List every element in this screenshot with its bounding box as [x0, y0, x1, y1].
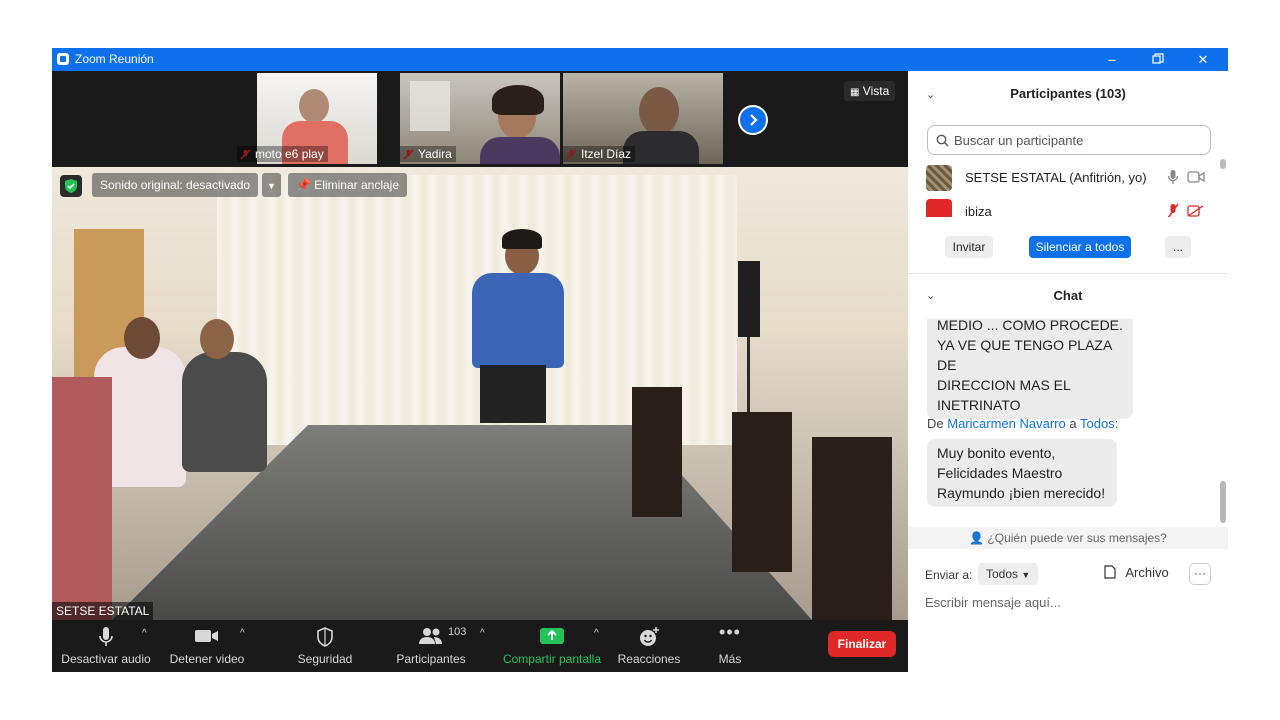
security-button[interactable]: Seguridad [288, 620, 362, 672]
title-bar: Zoom Reunión – ✕ [52, 48, 1228, 71]
more-button[interactable]: ••• Más [702, 620, 758, 672]
end-meeting-button[interactable]: Finalizar [828, 631, 896, 657]
send-to-label: Enviar a: [925, 568, 973, 582]
avatar [926, 199, 952, 217]
send-to-row: Enviar a: Todos ▼ Archivo ··· [908, 561, 1228, 589]
security-shield-icon[interactable] [60, 175, 82, 197]
ellipsis-icon: ••• [719, 622, 741, 642]
original-sound-button[interactable]: Sonido original: desactivado [92, 173, 259, 197]
recipient-link[interactable]: Todos [1080, 416, 1115, 431]
participants-scrollbar[interactable] [1220, 159, 1226, 169]
shield-icon [317, 627, 333, 647]
chat-message: Muy bonito evento, Felicidades Maestro R… [927, 439, 1117, 507]
reactions-button[interactable]: Reacciones [614, 620, 684, 672]
speaker-name-label: SETSE ESTATAL [52, 602, 154, 620]
participant-name: ibiza [965, 204, 992, 217]
minimize-icon[interactable]: – [1089, 48, 1135, 71]
sender-name-link[interactable]: Maricarmen Navarro [947, 416, 1065, 431]
participant-row[interactable]: ibiza [908, 197, 1220, 217]
view-button[interactable]: ▦ Vista [844, 81, 896, 101]
meeting-toolbar: Desactivar audio ^ Detener video ^ Segur… [52, 620, 908, 672]
participants-options-caret[interactable]: ^ [480, 628, 485, 639]
participant-thumbnail[interactable]: moto e6 play [237, 73, 397, 164]
mute-all-button[interactable]: Silenciar a todos [1029, 236, 1131, 258]
file-button[interactable]: Archivo [1104, 565, 1169, 580]
send-to-select[interactable]: Todos ▼ [978, 563, 1039, 585]
participants-panel-title: Participantes (103) [1010, 86, 1126, 101]
chat-sender-line: De Maricarmen Navarro a Todos: [927, 416, 1119, 431]
thumbnail-name: Yadira [400, 146, 456, 162]
chat-more-button[interactable]: ··· [1189, 563, 1211, 585]
person-lock-icon: 👤 [969, 531, 985, 545]
sound-options-dropdown[interactable]: ▼ [262, 173, 281, 197]
thumbnail-name: Itzel Díaz [563, 146, 636, 162]
video-camera-icon[interactable] [1187, 171, 1205, 183]
file-icon [1104, 565, 1116, 579]
video-thumbnail-strip: moto e6 play Yadira Itzel Díaz ▦ Vista [52, 71, 908, 166]
chevron-down-icon: ▼ [267, 181, 276, 191]
search-icon [936, 134, 949, 147]
chat-message: MEDIO ... COMO PROCEDE. YA VE QUE TENGO … [927, 319, 1133, 419]
video-options-caret[interactable]: ^ [240, 628, 245, 639]
zoom-window: Zoom Reunión – ✕ moto e6 play Yadira Itz… [52, 48, 1228, 672]
share-options-caret[interactable]: ^ [594, 628, 599, 639]
participants-icon [419, 628, 442, 644]
chevron-right-icon [750, 114, 758, 126]
participant-thumbnail[interactable]: Yadira [400, 73, 560, 164]
thumbnail-name: moto e6 play [237, 146, 328, 162]
window-title: Zoom Reunión [75, 52, 154, 66]
next-page-button[interactable] [738, 105, 768, 135]
zoom-app-icon [57, 53, 69, 65]
share-screen-icon [540, 628, 564, 644]
participant-name: SETSE ESTATAL (Anfitrión, yo) [965, 170, 1147, 185]
share-screen-button[interactable]: Compartir pantalla [500, 620, 604, 672]
mute-audio-button[interactable]: Desactivar audio [60, 620, 152, 672]
chat-messages: MEDIO ... COMO PROCEDE. YA VE QUE TENGO … [908, 319, 1228, 527]
meeting-area: moto e6 play Yadira Itzel Díaz ▦ Vista S… [52, 71, 908, 672]
unpin-button[interactable]: 📌 Eliminar anclaje [288, 173, 407, 197]
ellipsis-icon: ··· [1194, 566, 1206, 580]
chat-scrollbar[interactable] [1220, 481, 1226, 523]
participants-more-button[interactable]: ... [1165, 236, 1191, 258]
participants-count: 103 [448, 626, 467, 638]
grid-icon: ▦ [850, 87, 860, 98]
invite-button[interactable]: Invitar [945, 236, 993, 258]
restore-icon[interactable] [1135, 48, 1181, 71]
participant-row[interactable]: SETSE ESTATAL (Anfitrión, yo) [908, 163, 1220, 193]
chevron-down-icon: ▼ [1021, 570, 1031, 580]
video-camera-icon [195, 630, 218, 642]
participant-list: SETSE ESTATAL (Anfitrión, yo) ibiza [908, 163, 1228, 217]
chat-panel-title: Chat [1053, 288, 1083, 303]
active-speaker-video: Sonido original: desactivado ▼ 📌 Elimina… [52, 167, 908, 620]
audio-options-caret[interactable]: ^ [142, 628, 147, 639]
smiley-plus-icon [640, 627, 659, 646]
muted-mic-icon[interactable] [1167, 203, 1179, 217]
microphone-icon[interactable] [1167, 169, 1179, 185]
side-panel: ⌄ Participantes (103) Buscar un particip… [908, 71, 1228, 672]
avatar [926, 165, 952, 191]
who-can-see-messages-link[interactable]: 👤 ¿Quién puede ver sus mensajes? [908, 527, 1228, 549]
video-off-icon[interactable] [1187, 205, 1205, 217]
stop-video-button[interactable]: Detener video [164, 620, 250, 672]
pin-icon: 📌 [296, 178, 311, 192]
close-icon[interactable]: ✕ [1180, 48, 1226, 71]
participant-search-input[interactable]: Buscar un participante [927, 125, 1211, 155]
microphone-icon [99, 627, 113, 646]
chat-message-input[interactable]: Escribir mensaje aquí... [925, 595, 1061, 610]
participant-thumbnail[interactable]: Itzel Díaz [563, 73, 723, 164]
